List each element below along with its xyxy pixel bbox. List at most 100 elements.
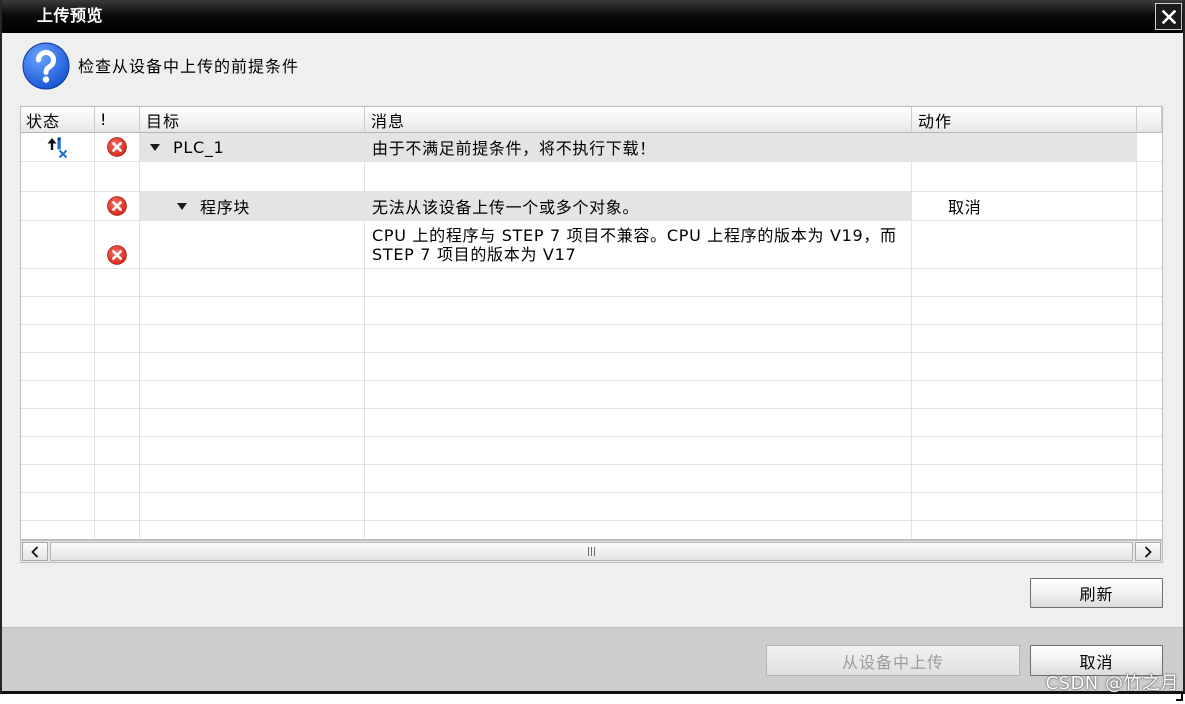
column-header-severity[interactable]: ! (95, 107, 140, 133)
error-icon (107, 245, 127, 265)
table-row-empty (21, 269, 1162, 297)
spacer-cell (1137, 192, 1162, 221)
table-row[interactable]: CPU 上的程序与 STEP 7 项目不兼容。CPU 上程序的版本为 V19，而… (21, 221, 1162, 269)
empty-cell (140, 381, 365, 409)
caret-down-icon[interactable] (150, 143, 160, 151)
column-header-label: 消息 (371, 111, 406, 131)
empty-cell (140, 353, 365, 381)
table-row-empty (21, 353, 1162, 381)
severity-cell (95, 192, 140, 221)
table-row[interactable]: PLC_1 由于不满足前提条件，将不执行下载！ (21, 133, 1162, 162)
empty-cell (912, 325, 1137, 353)
empty-cell (1137, 325, 1162, 353)
close-button[interactable] (1155, 3, 1182, 30)
spacer-cell (1137, 221, 1162, 269)
empty-cell (21, 297, 95, 325)
empty-cell (21, 269, 95, 297)
empty-cell (365, 269, 912, 297)
empty-cell (21, 521, 95, 539)
empty-cell (1137, 521, 1162, 539)
empty-cell (21, 465, 95, 493)
table-row-empty (21, 493, 1162, 521)
empty-cell (95, 409, 140, 437)
column-header-label: ! (100, 110, 108, 129)
error-icon (107, 137, 127, 157)
empty-cell (21, 353, 95, 381)
grip-icon (588, 547, 595, 556)
status-cell (21, 221, 95, 269)
table-row[interactable] (21, 162, 1162, 192)
empty-cell (21, 409, 95, 437)
target-cell: 程序块 (140, 192, 365, 221)
target-label: PLC_1 (173, 137, 225, 157)
upload-error-icon (47, 137, 67, 159)
action-cell (912, 162, 1137, 192)
action-value: 取消 (948, 198, 982, 217)
table-row-empty (21, 465, 1162, 493)
message-text: 由于不满足前提条件，将不执行下载！ (372, 139, 656, 158)
empty-cell (140, 325, 365, 353)
scrollbar-thumb[interactable] (50, 542, 1133, 561)
empty-cell (912, 493, 1137, 521)
empty-cell (1137, 269, 1162, 297)
upload-preview-dialog: 上传预览 检查从设备中上传的前提条件 状态 ! 目标 消息 动作 PLC_1 由… (0, 0, 1185, 694)
spacer-cell (1137, 133, 1162, 162)
empty-cell (365, 521, 912, 539)
title-bar[interactable]: 上传预览 (0, 0, 1185, 33)
table-row[interactable]: 程序块 无法从该设备上传一个或多个对象。 取消 (21, 192, 1162, 221)
upload-from-device-button[interactable]: 从设备中上传 (766, 645, 1020, 676)
column-header-label: 动作 (918, 111, 953, 131)
empty-cell (140, 297, 365, 325)
message-text-line: CPU 上的程序与 STEP 7 项目不兼容。CPU 上程序的版本为 V19，而 (372, 225, 897, 245)
empty-cell (21, 381, 95, 409)
empty-cell (912, 297, 1137, 325)
empty-cell (140, 409, 365, 437)
empty-cell (365, 437, 912, 465)
empty-cell (365, 493, 912, 521)
column-header-message[interactable]: 消息 (365, 107, 912, 133)
horizontal-scrollbar[interactable] (20, 540, 1163, 563)
status-cell (21, 192, 95, 221)
column-header-target[interactable]: 目标 (140, 107, 365, 133)
empty-cell (95, 437, 140, 465)
empty-cell (365, 297, 912, 325)
empty-cell (365, 353, 912, 381)
empty-cell (95, 493, 140, 521)
message-cell (365, 162, 912, 192)
column-header-label: 状态 (26, 111, 61, 131)
empty-cell (95, 269, 140, 297)
dialog-title: 上传预览 (37, 6, 104, 25)
action-cell[interactable]: 取消 (912, 192, 1137, 221)
refresh-button[interactable]: 刷新 (1030, 578, 1163, 608)
empty-cell (1137, 437, 1162, 465)
empty-cell (1137, 381, 1162, 409)
close-icon (1161, 9, 1176, 24)
resize-grip[interactable] (1176, 692, 1183, 701)
empty-cell (365, 381, 912, 409)
table-row-empty (21, 297, 1162, 325)
empty-cell (95, 353, 140, 381)
empty-cell (21, 493, 95, 521)
table-header: 状态 ! 目标 消息 动作 (21, 107, 1162, 133)
severity-cell (95, 162, 140, 192)
chevron-right-icon (1144, 545, 1152, 558)
message-text: 无法从该设备上传一个或多个对象。 (372, 198, 640, 217)
chevron-left-icon (31, 545, 39, 558)
column-header-status[interactable]: 状态 (21, 107, 95, 133)
column-header-label: 目标 (146, 111, 181, 131)
scroll-right-button[interactable] (1135, 542, 1161, 561)
caret-down-icon[interactable] (177, 202, 187, 210)
empty-cell (912, 269, 1137, 297)
question-icon (22, 42, 70, 90)
column-header-action[interactable]: 动作 (912, 107, 1137, 133)
empty-cell (1137, 493, 1162, 521)
scroll-left-button[interactable] (22, 542, 48, 561)
error-icon (107, 196, 127, 216)
prompt-text: 检查从设备中上传的前提条件 (78, 57, 300, 76)
message-cell: 无法从该设备上传一个或多个对象。 (365, 192, 912, 221)
empty-cell (95, 521, 140, 539)
spacer-cell (1137, 162, 1162, 192)
empty-cell (1137, 353, 1162, 381)
empty-cell (912, 465, 1137, 493)
preview-table: 状态 ! 目标 消息 动作 PLC_1 由于不满足前提条件，将不执行下载！ 程序… (20, 106, 1163, 540)
